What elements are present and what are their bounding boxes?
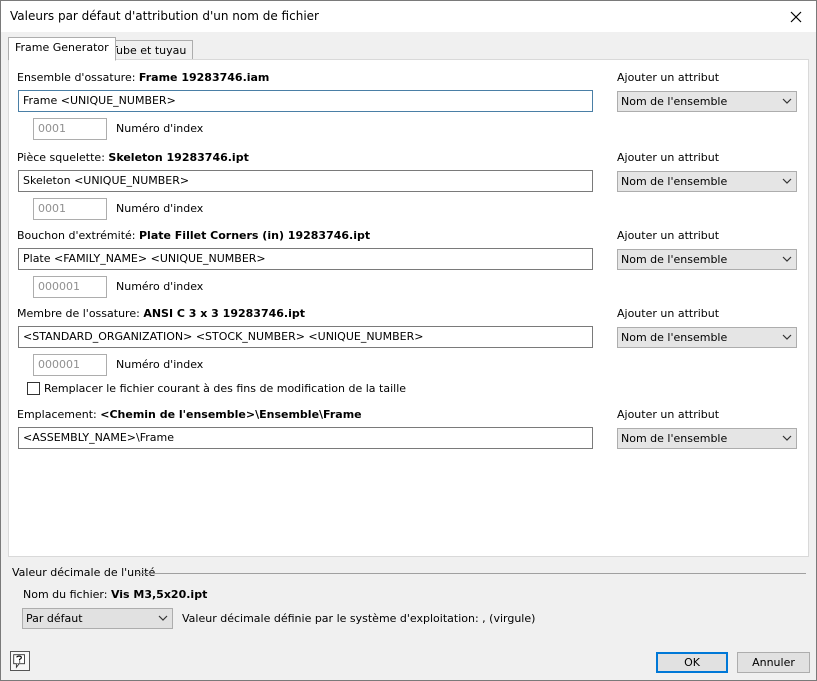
section-assembly-name: Frame 19283746.iam	[138, 71, 270, 84]
select-value: Nom de l'ensemble	[621, 432, 728, 445]
location-input[interactable]: <ASSEMBLY_NAME>\Frame	[18, 427, 593, 449]
help-button[interactable]	[10, 651, 30, 671]
select-value: Nom de l'ensemble	[621, 95, 728, 108]
section-skeleton-name: Skeleton 19283746.ipt	[108, 151, 249, 164]
section-assembly-label: Ensemble d'ossature: Frame 19283746.iam	[17, 71, 270, 84]
assembly-name-input[interactable]: Frame <UNIQUE_NUMBER>	[18, 90, 593, 112]
section-endcap-label: Bouchon d'extrémité: Plate Fillet Corner…	[17, 229, 371, 242]
index-label: Numéro d'index	[116, 122, 204, 135]
select-value: Nom de l'ensemble	[621, 253, 728, 266]
location-label: Emplacement: <Chemin de l'ensemble>\Ense…	[17, 408, 362, 421]
add-attribute-label: Ajouter un attribut	[617, 151, 720, 164]
endcap-name-input[interactable]: Plate <FAMILY_NAME> <UNIQUE_NUMBER>	[18, 248, 593, 270]
select-value: Nom de l'ensemble	[621, 175, 728, 188]
close-icon	[790, 11, 802, 22]
add-attribute-label: Ajouter un attribut	[617, 307, 720, 320]
tab-tube-et-tuyau[interactable]: Tube et tuyau	[104, 40, 194, 61]
file-name-value: Vis M3,5x20.ipt	[110, 588, 208, 601]
location-name: <Chemin de l'ensemble>\Ensemble\Frame	[100, 408, 362, 421]
section-skeleton-label: Pièce squelette: Skeleton 19283746.ipt	[17, 151, 249, 164]
section-member-name: ANSI C 3 x 3 19283746.ipt	[143, 307, 305, 320]
replace-file-checkbox[interactable]	[27, 382, 40, 395]
tab-frame-generator[interactable]: Frame Generator	[8, 37, 116, 61]
help-icon	[13, 654, 25, 669]
location-attribute-select[interactable]: Nom de l'ensemble	[617, 428, 797, 449]
ok-button[interactable]: OK	[656, 652, 728, 673]
dialog-window: Valeurs par défaut d'attribution d'un no…	[0, 0, 817, 681]
system-decimal-text: Valeur décimale définie par le système d…	[182, 612, 536, 625]
chevron-down-icon	[782, 98, 792, 104]
skeleton-index-input[interactable]: 0001	[33, 198, 107, 220]
assembly-index-input[interactable]: 0001	[33, 118, 107, 140]
tab-label: Frame Generator	[15, 41, 109, 54]
chevron-down-icon	[782, 435, 792, 441]
chevron-down-icon	[782, 334, 792, 340]
section-endcap-name: Plate Fillet Corners (in) 19283746.ipt	[138, 229, 371, 242]
skeleton-name-input[interactable]: Skeleton <UNIQUE_NUMBER>	[18, 170, 593, 192]
endcap-attribute-select[interactable]: Nom de l'ensemble	[617, 249, 797, 270]
chevron-down-icon	[158, 615, 168, 621]
decimal-select[interactable]: Par défaut	[22, 608, 173, 629]
add-attribute-label: Ajouter un attribut	[617, 229, 720, 242]
endcap-index-input[interactable]: 000001	[33, 276, 107, 298]
replace-file-label: Remplacer le fichier courant à des fins …	[44, 382, 407, 395]
cancel-button[interactable]: Annuler	[737, 652, 810, 673]
member-attribute-select[interactable]: Nom de l'ensemble	[617, 327, 797, 348]
select-value: Par défaut	[26, 612, 83, 625]
file-name-label: Nom du fichier: Vis M3,5x20.ipt	[23, 588, 208, 601]
unit-group-title: Valeur décimale de l'unité	[12, 566, 156, 579]
skeleton-attribute-select[interactable]: Nom de l'ensemble	[617, 171, 797, 192]
section-member-label: Membre de l'ossature: ANSI C 3 x 3 19283…	[17, 307, 305, 320]
add-attribute-label: Ajouter un attribut	[617, 71, 720, 84]
chevron-down-icon	[782, 178, 792, 184]
window-title: Valeurs par défaut d'attribution d'un no…	[10, 9, 319, 23]
add-attribute-label: Ajouter un attribut	[617, 408, 720, 421]
assembly-attribute-select[interactable]: Nom de l'ensemble	[617, 91, 797, 112]
index-label: Numéro d'index	[116, 202, 204, 215]
group-separator	[136, 573, 806, 574]
member-name-input[interactable]: <STANDARD_ORGANIZATION> <STOCK_NUMBER> <…	[18, 326, 593, 348]
member-index-input[interactable]: 000001	[33, 354, 107, 376]
title-bar: Valeurs par défaut d'attribution d'un no…	[1, 1, 816, 32]
tab-label: Tube et tuyau	[111, 44, 187, 57]
chevron-down-icon	[782, 256, 792, 262]
select-value: Nom de l'ensemble	[621, 331, 728, 344]
index-label: Numéro d'index	[116, 358, 204, 371]
index-label: Numéro d'index	[116, 280, 204, 293]
close-button[interactable]	[776, 1, 816, 32]
